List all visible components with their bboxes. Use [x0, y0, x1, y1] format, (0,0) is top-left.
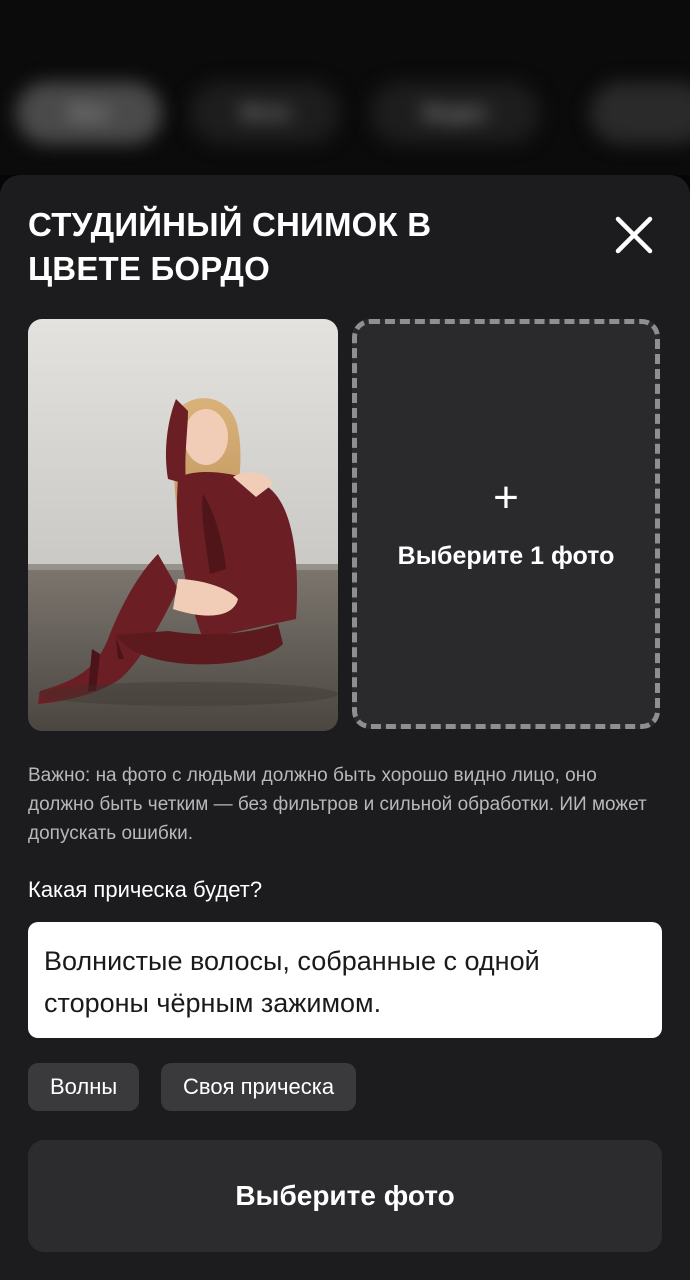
hairstyle-option-waves[interactable]: Волны	[28, 1063, 140, 1111]
photo-upload-slot[interactable]: + Выберите 1 фото	[352, 319, 660, 729]
close-button[interactable]	[604, 205, 664, 265]
upload-label: Выберите 1 фото	[397, 542, 615, 570]
bottom-sheet: СТУДИЙНЫЙ СНИМОК В ЦВЕТЕ БОРДО + Выберит…	[0, 175, 690, 1280]
close-icon	[615, 216, 653, 254]
background-tab-more	[590, 82, 690, 144]
background-tab-all: Все	[16, 82, 162, 144]
hairstyle-question: Какая прическа будет?	[28, 877, 263, 902]
hairstyle-input[interactable]: Волнистые волосы, собранные с одной стор…	[28, 922, 662, 1038]
screen: Все Фото Видео СТУДИЙНЫЙ СНИМОК В ЦВЕТЕ …	[0, 0, 690, 1280]
disclaimer-note: Важно: на фото с людьми должно быть хоро…	[28, 765, 647, 844]
background-tab-bar: Все Фото Видео	[0, 0, 690, 175]
background-tab-video: Видео	[370, 82, 540, 144]
select-photo-button[interactable]: Выберите фото	[28, 1140, 662, 1252]
sheet-title: СТУДИЙНЫЙ СНИМОК В ЦВЕТЕ БОРДО	[28, 206, 432, 287]
plus-icon: +	[493, 473, 519, 522]
reference-photo	[28, 319, 338, 731]
background-tab-photo: Фото	[190, 82, 340, 144]
hairstyle-option-custom[interactable]: Своя прическа	[161, 1063, 357, 1111]
